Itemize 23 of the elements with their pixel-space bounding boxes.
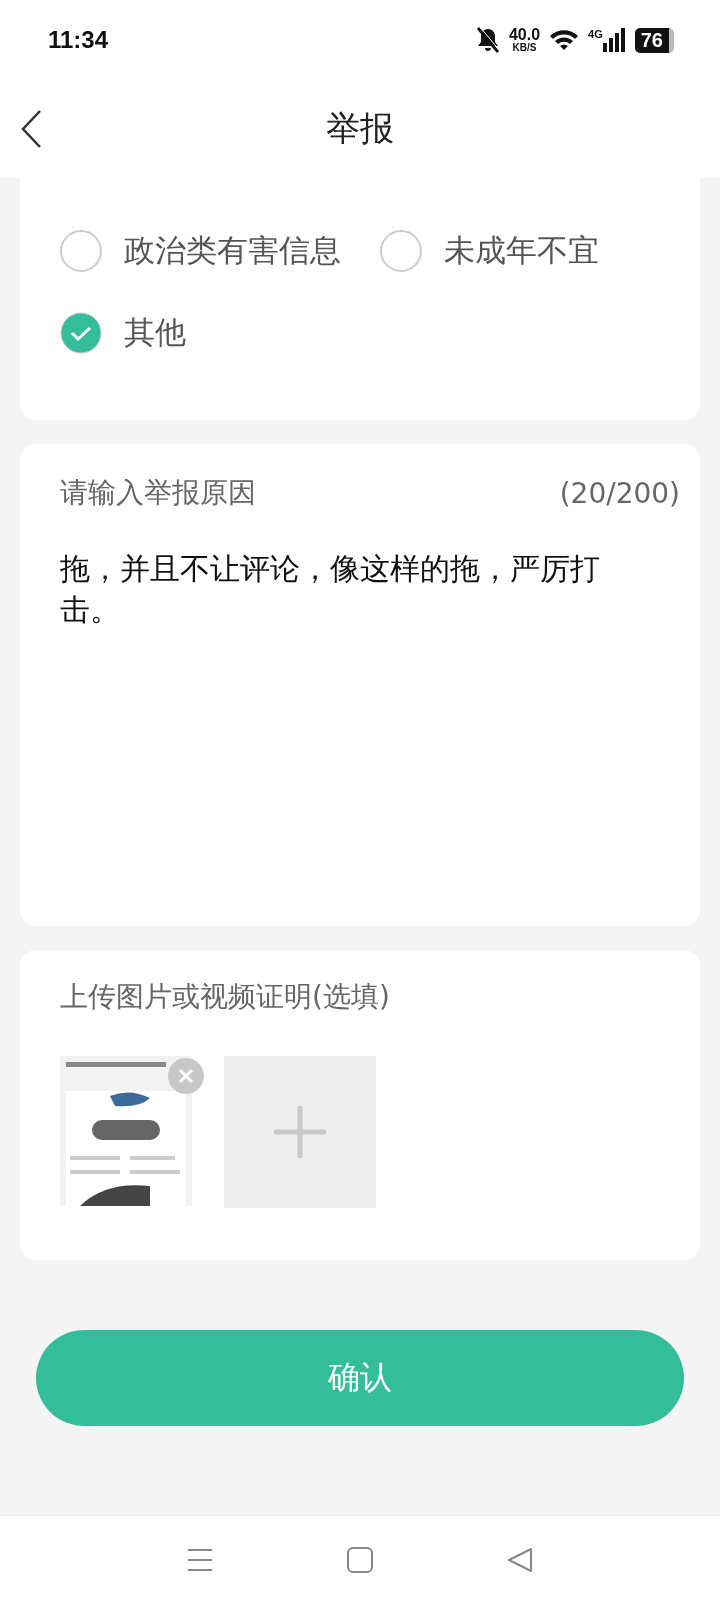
speed-unit: KB/S	[512, 43, 537, 53]
home-icon[interactable]	[347, 1547, 373, 1573]
option-label[interactable]: 未成年不宜	[444, 230, 599, 272]
signal-icon	[602, 28, 627, 52]
wifi-icon	[548, 28, 581, 52]
reason-label: 请输入举报原因	[60, 475, 256, 511]
network-type: 4G	[588, 28, 603, 40]
reason-input[interactable]: 拖，并且不让评论，像这样的拖，严厉打击。	[60, 548, 680, 630]
option-label[interactable]: 其他	[124, 312, 186, 354]
page-title: 举报	[326, 107, 394, 150]
radio-button[interactable]	[60, 230, 102, 272]
back-icon[interactable]	[20, 109, 44, 149]
char-counter: (20/200)	[559, 476, 680, 510]
radio-checked[interactable]	[60, 312, 102, 354]
upload-title: 上传图片或视频证明(选填)	[60, 979, 391, 1015]
plus-icon	[274, 1106, 326, 1158]
radio-button[interactable]	[380, 230, 422, 272]
speed-value: 40.0	[508, 27, 541, 43]
menu-icon[interactable]	[187, 1548, 213, 1572]
status-time: 11:34	[48, 26, 109, 54]
battery-level: 76	[634, 27, 674, 53]
option-label[interactable]: 政治类有害信息	[124, 230, 341, 272]
bell-muted-icon	[474, 26, 501, 54]
